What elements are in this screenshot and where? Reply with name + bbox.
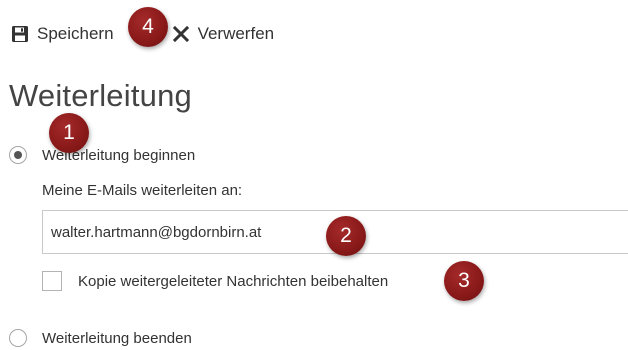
annotation-badge-4: 4 xyxy=(128,7,168,47)
radio-button-selected[interactable] xyxy=(9,146,27,164)
radio-start-forwarding[interactable]: Weiterleitung beginnen xyxy=(9,146,195,164)
radio-stop-label: Weiterleitung beenden xyxy=(42,329,192,347)
discard-button[interactable]: Verwerfen xyxy=(170,23,275,45)
keep-copy-label: Kopie weitergeleiteter Nachrichten beibe… xyxy=(78,272,389,290)
keep-copy-option[interactable]: Kopie weitergeleiteter Nachrichten beibe… xyxy=(42,271,388,291)
annotation-badge-3: 3 xyxy=(444,261,484,301)
save-button[interactable]: Speichern xyxy=(9,23,114,45)
save-button-label: Speichern xyxy=(37,24,114,43)
keep-copy-checkbox[interactable] xyxy=(42,271,62,291)
page-title: Weiterleitung xyxy=(9,78,192,113)
annotation-badge-1: 1 xyxy=(49,113,89,153)
annotation-badge-2: 2 xyxy=(326,216,366,256)
close-icon xyxy=(170,23,192,45)
radio-stop-forwarding[interactable]: Weiterleitung beenden xyxy=(9,329,192,347)
floppy-disk-icon xyxy=(9,23,31,45)
radio-selected-dot xyxy=(14,151,22,159)
forward-to-label: Meine E-Mails weiterleiten an: xyxy=(42,182,243,199)
radio-button-unselected[interactable] xyxy=(9,329,27,347)
discard-button-label: Verwerfen xyxy=(197,24,275,43)
